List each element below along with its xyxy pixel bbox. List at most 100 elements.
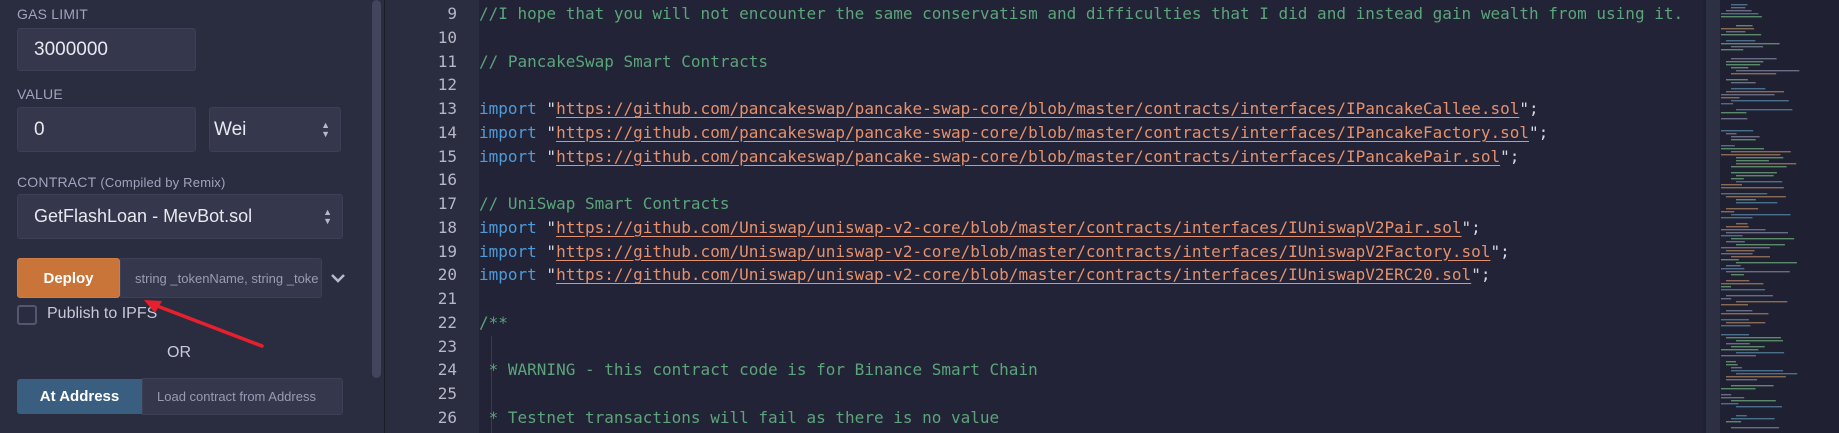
code-token-kw: import [479,146,537,166]
minimap-line [1731,370,1784,372]
minimap-line [1731,88,1766,90]
code-token-str[interactable]: https://github.com/pancakeswap/pancake-s… [556,99,1519,118]
minimap-line [1721,313,1769,315]
minimap-line [1726,40,1756,42]
minimap[interactable] [1703,0,1839,433]
minimap-line [1736,340,1783,342]
minimap-line [1721,34,1762,36]
code-token-plain: " [536,241,557,261]
minimap-line [1721,187,1784,189]
minimap-line [1721,298,1732,300]
line-number: 19 [437,241,457,261]
code-token-comment: //I hope that you will not encounter the… [479,4,1684,23]
code-token-kw: import [479,265,537,285]
line-number: 12 [437,75,457,95]
line-number: 13 [437,99,457,118]
minimap-line [1721,94,1775,96]
minimap-line [1731,82,1756,84]
code-line: //I hope that you will not encounter the… [479,2,1683,26]
code-token-str[interactable]: https://github.com/pancakeswap/pancake-s… [556,123,1529,142]
minimap-line [1731,166,1787,168]
minimap-line [1731,256,1770,258]
minimap-line [1731,385,1774,387]
minimap-line [1726,322,1766,324]
line-number: 16 [437,170,457,190]
panel-scrollbar-thumb[interactable] [372,0,381,378]
code-line: import "https://github.com/pancakeswap/p… [479,145,1519,169]
gas-limit-label: GAS LIMIT [17,6,89,22]
minimap-line [1731,100,1789,102]
minimap-line [1731,346,1765,348]
minimap-line [1736,406,1782,408]
minimap-scrollbar[interactable] [1706,0,1720,433]
minimap-line [1731,274,1744,276]
minimap-line [1721,16,1762,18]
contract-label-text: CONTRACT [17,174,97,190]
code-token-str[interactable]: https://github.com/Uniswap/uniswap-v2-co… [556,265,1471,284]
code-token-plain: " [536,99,557,118]
minimap-line [1726,133,1737,135]
minimap-line [1721,154,1781,156]
at-address-button[interactable]: At Address [17,379,142,414]
at-address-input[interactable]: Load contract from Address [142,378,343,415]
code-token-str[interactable]: https://github.com/Uniswap/uniswap-v2-co… [556,242,1490,261]
line-number: 15 [437,146,457,166]
code-token-str[interactable]: https://github.com/pancakeswap/pancake-s… [556,147,1500,166]
minimap-line [1721,286,1731,288]
minimap-line [1736,25,1753,27]
minimap-line [1726,421,1742,423]
minimap-line [1731,67,1749,69]
code-line: import "https://github.com/Uniswap/unisw… [479,240,1510,264]
deploy-panel: GAS LIMIT 3000000 VALUE 0 Wei ▲ ▼ CONTRAC… [0,0,370,433]
minimap-line [1721,283,1764,285]
line-number: 9 [447,4,457,23]
minimap-line [1721,118,1748,120]
code-token-plain: "; [1519,99,1539,118]
line-number: 21 [437,289,457,308]
value-unit-select[interactable]: Wei ▲ ▼ [209,107,341,152]
minimap-line [1721,229,1766,231]
minimap-line [1736,223,1748,225]
line-number: 25 [437,384,457,403]
minimap-line [1721,394,1732,396]
up-down-arrows-icon: ▲ ▼ [321,119,330,139]
code-token-plain: " [536,146,557,166]
minimap-line [1721,217,1753,219]
minimap-line [1731,367,1742,369]
minimap-line [1736,181,1783,183]
gas-limit-input[interactable]: 3000000 [17,28,196,71]
minimap-line [1731,418,1775,420]
code-editor[interactable]: //I hope that you will not encounter the… [479,0,1703,433]
chevron-down-icon[interactable] [328,268,348,288]
minimap-line [1721,397,1745,399]
minimap-line [1736,415,1747,417]
minimap-line [1726,196,1786,198]
minimap-line [1721,289,1766,291]
publish-ipfs-checkbox[interactable] [17,305,37,325]
code-line: // UniSwap Smart Contracts [479,192,729,216]
contract-select[interactable]: GetFlashLoan - MevBot.sol ▲ ▼ [17,194,343,239]
code-token-plain: " [536,122,557,142]
value-input[interactable]: 0 [17,107,196,152]
minimap-line [1726,361,1736,363]
minimap-line [1721,304,1748,306]
contract-label: CONTRACT (Compiled by Remix) [17,174,226,190]
code-token-str[interactable]: https://github.com/Uniswap/uniswap-v2-co… [556,218,1461,237]
minimap-line [1736,262,1797,264]
minimap-line [1726,10,1752,12]
minimap-line [1721,334,1749,336]
deploy-args-input[interactable]: string _tokenName, string _toke [120,258,322,298]
minimap-line [1721,235,1743,237]
minimap-line [1721,43,1780,45]
minimap-line [1721,319,1749,321]
minimap-line [1736,301,1788,303]
line-number: 23 [437,336,457,356]
minimap-line [1731,58,1777,60]
minimap-line [1736,244,1785,246]
code-token-comment: /** [479,312,508,332]
up-down-arrows-icon: ▲ ▼ [323,206,332,226]
minimap-line [1731,139,1756,141]
minimap-line [1726,271,1790,273]
deploy-button[interactable]: Deploy [17,258,120,298]
code-line: import "https://github.com/pancakeswap/p… [479,97,1539,121]
